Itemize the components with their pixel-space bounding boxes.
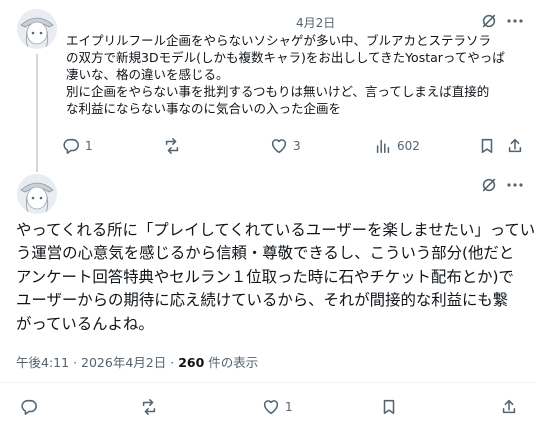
like-count: 3 [293, 139, 301, 153]
like-count: 1 [285, 400, 293, 414]
thread-connector-line [36, 54, 38, 172]
retweet-icon [142, 399, 156, 415]
view-count: 260 [178, 355, 205, 370]
more-icon[interactable] [505, 176, 525, 194]
heart-icon [271, 139, 287, 154]
reply-count: 1 [85, 139, 93, 153]
share-icon [508, 138, 522, 153]
views-icon [376, 139, 390, 154]
views-suffix: 件の表示 [208, 355, 259, 370]
bookmark-icon [383, 399, 395, 415]
retweet-icon [165, 138, 179, 154]
retweet-button[interactable] [163, 137, 181, 155]
meta-separator: · [73, 355, 78, 370]
tweet-text-line: がっているんよね。 [16, 314, 154, 333]
view-count: 602 [397, 139, 420, 153]
share-icon [502, 399, 516, 414]
grok-icon[interactable] [480, 12, 498, 30]
tweet-text-line: う運営の心意気を感じるから信頼・尊敬できるし、こういう部分(他だと [16, 244, 515, 263]
heart-icon [263, 400, 279, 415]
tweet-text-line: ユーザーからの期待に応え続けているから、それが間接的な利益にも繋 [16, 291, 509, 310]
share-button[interactable] [500, 398, 518, 416]
share-button[interactable] [506, 137, 524, 155]
like-button[interactable]: 1 [262, 398, 293, 416]
tweet-text-line: やってくれる所に「プレイしてくれているユーザーを楽しませたい」ってい [16, 221, 536, 239]
tweet-text: エイプリルフール企画をやらないソシャゲが多い中、ブルアカとステラソラ の双方で新… [66, 32, 528, 117]
grok-icon[interactable] [480, 176, 498, 194]
retweet-button[interactable] [140, 398, 158, 416]
reply-icon [63, 138, 79, 154]
reply-icon [21, 399, 37, 415]
bookmark-button[interactable] [478, 137, 496, 155]
parent-tweet[interactable]: 4月2日 エイプリルフール企画をやらないソシャゲが多い中、ブルアカとステラソラ … [0, 0, 536, 172]
avatar[interactable] [17, 9, 57, 49]
avatar[interactable] [17, 174, 57, 214]
tweet-text-line: 凄いな、格の違いを感じる。 [66, 67, 229, 82]
reply-button[interactable] [20, 398, 38, 416]
divider [0, 382, 536, 383]
tweet-text: やってくれる所に「プレイしてくれているユーザーを楽しませたい」ってい う運営の心… [16, 219, 536, 336]
tweet-date[interactable]: 4月2日 [296, 14, 335, 31]
tweet-text-line: の双方で新規3Dモデル(しかも複数キャラ)をお出ししてきたYostarってやっぱ [66, 50, 505, 65]
tweet-text-line: アンケート回答特典やセルラン１位取った時に石やチケット配布とか)で [16, 267, 514, 286]
bookmark-button[interactable] [380, 398, 398, 416]
views-button[interactable]: 602 [374, 137, 420, 155]
bookmark-icon [481, 138, 493, 154]
tweet-text-line: エイプリルフール企画をやらないソシャゲが多い中、ブルアカとステラソラ [66, 33, 492, 48]
more-icon[interactable] [505, 12, 525, 30]
tweet-time[interactable]: 午後4:11 [16, 355, 69, 370]
like-button[interactable]: 3 [270, 137, 301, 155]
tweet-meta: 午後4:11 · 2026年4月2日 · 260 件の表示 [16, 352, 258, 371]
tweet-text-line: 別に企画をやらない事を批判するつもりは無いけど、言ってしまえば直接的 [66, 84, 490, 99]
tweet-full-date[interactable]: 2026年4月2日 [81, 355, 166, 370]
tweet-text-line: な利益にならない事なのに気合いの入った企画を [66, 101, 342, 116]
meta-separator: · [170, 355, 175, 370]
reply-button[interactable]: 1 [62, 137, 93, 155]
